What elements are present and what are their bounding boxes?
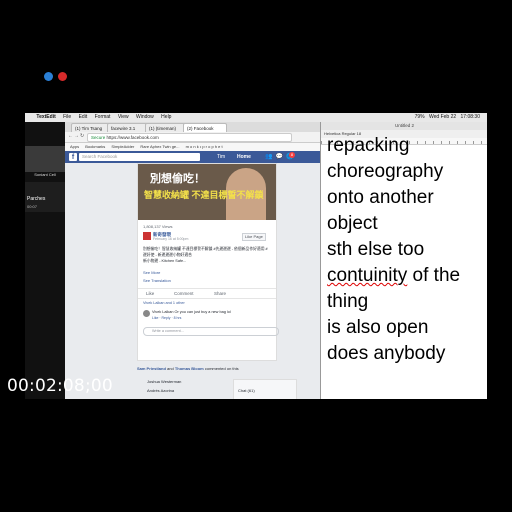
- post-actions: Like Comment Share: [138, 288, 276, 299]
- likers-link[interactable]: Vivek Lalkan and 1 other: [143, 301, 185, 305]
- video-preview: [25, 146, 65, 172]
- url-field[interactable]: Secure https://www.facebook.com: [87, 133, 292, 142]
- back-icon[interactable]: ←: [68, 133, 73, 139]
- menu-file[interactable]: File: [63, 113, 71, 122]
- document-line: thing: [327, 291, 369, 312]
- battery-level[interactable]: 79%: [415, 113, 425, 122]
- document-line: is also open: [327, 317, 429, 338]
- tab-label: (1) (timeman): [149, 126, 177, 131]
- document-line: does anybody: [327, 343, 446, 364]
- tab-bar: (1) Tim Tsang facewire 3.1 (1) (timeman)…: [65, 122, 327, 133]
- reload-icon[interactable]: ↻: [80, 133, 84, 139]
- video-post: 別想偷吃！ 智慧收納罐 不達目標誓不解鎖 1,808,137 Views 新奇發…: [137, 163, 279, 361]
- bookmark-simpleadder[interactable]: SimpleAdder: [111, 144, 134, 149]
- comment-text: Vivek Lalkan Or you can just buy a new b…: [152, 310, 231, 314]
- menubar-status: 79% Wed Feb 22 17:08:30: [415, 113, 483, 122]
- post-shop-link[interactable]: 新小物邊 - Kitchen Safe...: [143, 259, 186, 263]
- video-caption-line2: 智慧收納罐 不達目標誓不解鎖: [144, 190, 264, 200]
- video-label: Soniant Cell: [34, 172, 56, 177]
- accept-call-button[interactable]: [44, 72, 53, 81]
- post-text: 別想偷吃！智慧收納罐 不達目標誓不解鎖 #先邊邊邊 - 依個新品作好適用 #邊好…: [143, 246, 271, 264]
- story-suffix: commented on this: [204, 366, 239, 371]
- document-line: contuinity of the: [327, 263, 485, 289]
- commenter-1[interactable]: Sam Priestland: [137, 366, 166, 371]
- call-panel: Soniant Cell Parches 00:07: [25, 122, 65, 399]
- decline-call-button[interactable]: [58, 72, 67, 81]
- facebook-header: f Search Facebook Tim Home 👥💬🌐 8: [65, 151, 327, 163]
- like-page-button[interactable]: Like Page: [242, 233, 266, 241]
- browser-window: (1) Tim Tsang facewire 3.1 (1) (timeman)…: [65, 122, 327, 399]
- view-count: 1,808,137 Views: [143, 224, 173, 229]
- commenter-avatar[interactable]: [143, 310, 150, 317]
- menubar-time[interactable]: 17:08:30: [461, 113, 480, 122]
- screen-recording: TextEdit File Edit Format View Window He…: [25, 113, 487, 399]
- post-date[interactable]: February 16 at 5:00pm: [153, 237, 188, 241]
- tab-label: facewire 3.1: [111, 126, 136, 131]
- comment-meta[interactable]: Like · Reply · 8 hrs: [152, 316, 181, 320]
- document-line: choreography: [327, 161, 444, 182]
- document-line-rest: of the: [407, 265, 461, 286]
- menubar-app-name[interactable]: TextEdit: [36, 113, 55, 122]
- profile-link[interactable]: Tim: [217, 153, 225, 161]
- textedit-window: Untitled 2 Helvetica Regular 18 repackin…: [320, 122, 487, 399]
- misspelled-word: contuinity: [327, 265, 408, 286]
- chat-contact[interactable]: Andrés Azorina: [147, 388, 174, 393]
- chat-contact[interactable]: Joshua Westerman: [147, 379, 181, 384]
- menubar-date[interactable]: Wed Feb 22: [429, 113, 456, 122]
- facebook-search-input[interactable]: Search Facebook: [79, 153, 200, 161]
- document-line: onto another: [327, 187, 434, 208]
- bookmark-aphex[interactable]: Rare Aphex Twin ge...: [140, 144, 179, 149]
- document-line: object: [327, 213, 378, 234]
- like-button[interactable]: Like: [146, 289, 154, 298]
- notification-badge: 8: [289, 152, 295, 158]
- see-translation-link[interactable]: See Translation: [143, 278, 171, 283]
- facebook-logo-icon[interactable]: f: [69, 153, 77, 161]
- url-text: https://www.facebook.com: [106, 135, 159, 140]
- caller-name: Parches: [27, 196, 46, 202]
- tab-label: (2) Facebook: [187, 126, 214, 131]
- textedit-title: Untitled 2: [321, 122, 487, 130]
- post-body: 別想偷吃！智慧收納罐 不達目標誓不解鎖 #先邊邊邊 - 依個新品作好適用 #邊好…: [143, 247, 268, 257]
- address-bar: ← → ↻ Secure https://www.facebook.com: [65, 132, 327, 143]
- chat-label: Chat (61): [238, 388, 255, 393]
- share-button[interactable]: Share: [214, 289, 226, 298]
- document-line: repacking: [327, 135, 410, 156]
- bookmark-monkprophet[interactable]: m o n k • p r o p h e t: [186, 144, 223, 149]
- story-and: and: [167, 366, 174, 371]
- menu-edit[interactable]: Edit: [79, 113, 88, 122]
- bookmark-apps[interactable]: Apps: [70, 144, 79, 149]
- forward-icon[interactable]: →: [74, 133, 79, 139]
- next-story-header: Sam Priestland and Thomas Bloom commente…: [137, 366, 299, 371]
- commenter-2[interactable]: Thomas Bloom: [175, 366, 204, 371]
- write-comment-input[interactable]: Write a comment...: [143, 327, 279, 336]
- menu-window[interactable]: Window: [136, 113, 154, 122]
- page-avatar[interactable]: [143, 232, 151, 240]
- video-caption-line1: 別想偷吃！: [150, 173, 205, 185]
- document-line: sth else too: [327, 239, 425, 260]
- post-video[interactable]: 別想偷吃！ 智慧收納罐 不達目標誓不解鎖: [138, 164, 276, 220]
- video-timecode: 00:02:08;00: [7, 376, 113, 396]
- chat-sidebar[interactable]: Chat (61): [233, 379, 297, 399]
- bookmark-bookmarks[interactable]: Bookmarks: [85, 144, 105, 149]
- menu-view[interactable]: View: [118, 113, 129, 122]
- menu-format[interactable]: Format: [95, 113, 111, 122]
- tab-label: (1) Tim Tsang: [75, 126, 103, 131]
- menu-help[interactable]: Help: [161, 113, 171, 122]
- call-duration: 00:07: [27, 204, 38, 209]
- textedit-document[interactable]: repacking choreography onto another obje…: [327, 135, 485, 367]
- secure-label: Secure: [91, 135, 106, 140]
- comment-button[interactable]: Comment: [174, 289, 194, 298]
- see-more-link[interactable]: See More: [143, 270, 160, 275]
- home-link[interactable]: Home: [237, 153, 251, 161]
